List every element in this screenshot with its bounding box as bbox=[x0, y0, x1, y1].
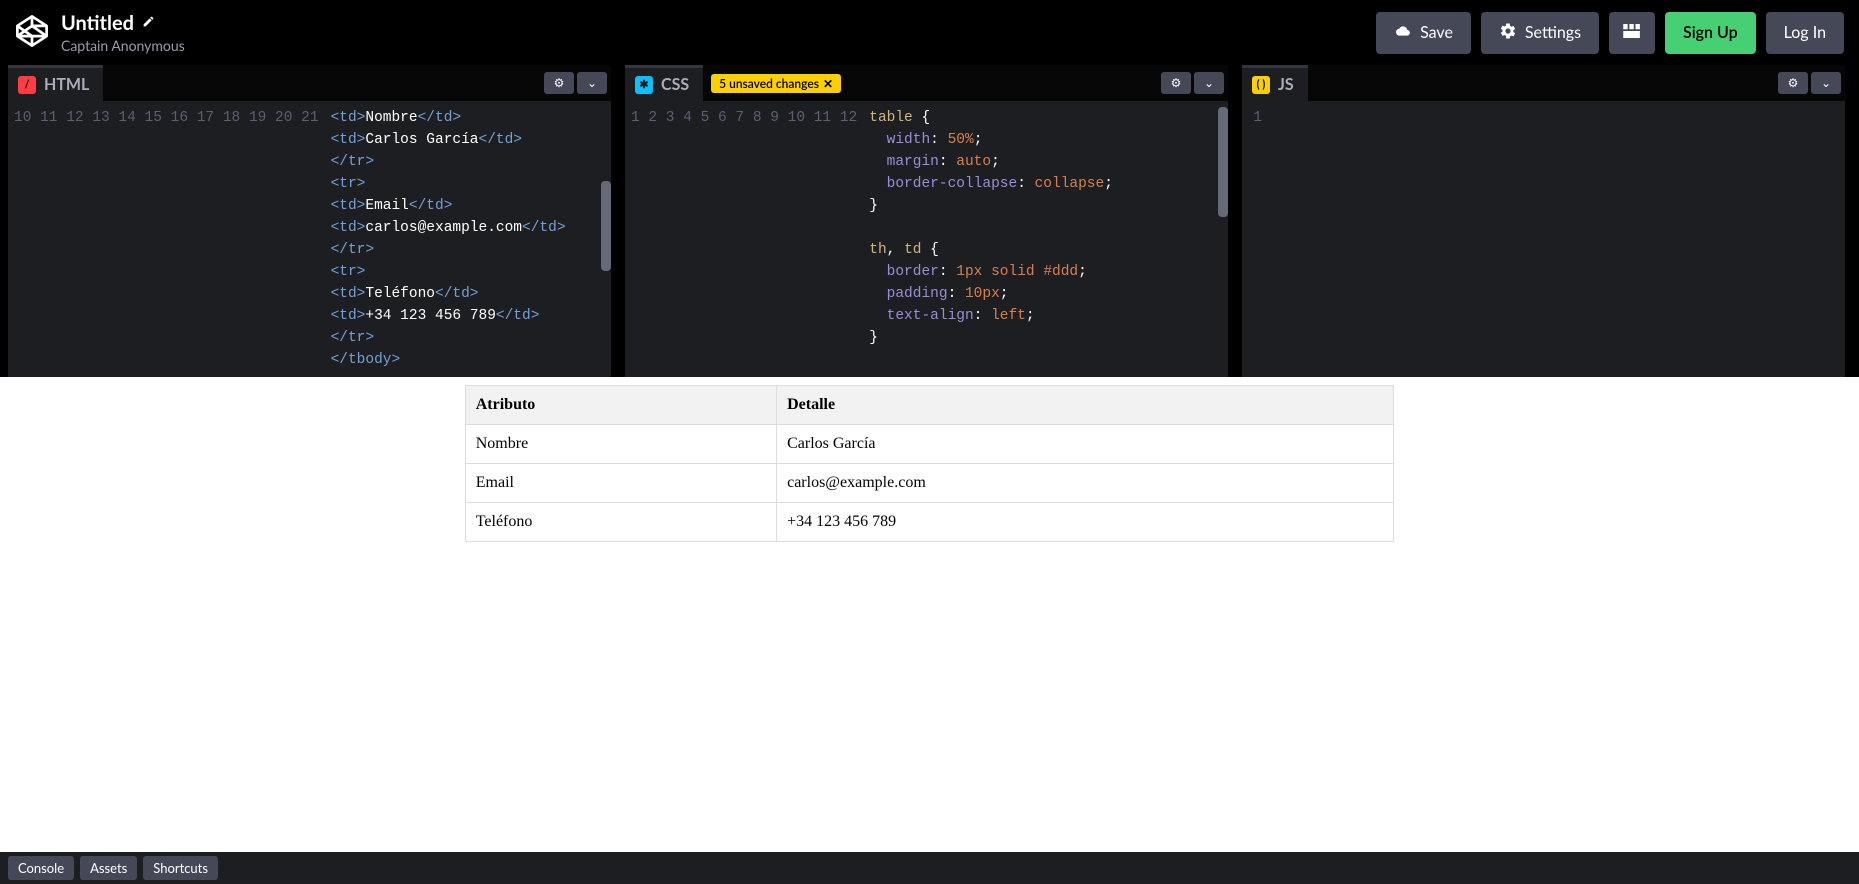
shortcuts-button[interactable]: Shortcuts bbox=[143, 856, 218, 880]
title-group: Untitled Captain Anonymous bbox=[61, 11, 185, 54]
js-settings-button[interactable]: ⚙ bbox=[1778, 72, 1808, 94]
table-header-cell: Atributo bbox=[465, 386, 776, 425]
html-tab[interactable]: / HTML bbox=[8, 65, 103, 101]
html-chevron-button[interactable]: ⌄ bbox=[577, 72, 607, 94]
assets-button[interactable]: Assets bbox=[80, 856, 137, 880]
css-pane-header: ✱ CSS 5 unsaved changes ✕ ⚙ ⌄ bbox=[625, 65, 1228, 101]
chevron-down-icon: ⌄ bbox=[1821, 76, 1831, 90]
edit-icon[interactable] bbox=[142, 15, 155, 31]
html-gutter: 10 11 12 13 14 15 16 17 18 19 20 21 bbox=[8, 101, 327, 377]
gear-icon: ⚙ bbox=[554, 76, 565, 90]
pen-author[interactable]: Captain Anonymous bbox=[61, 37, 185, 54]
layout-button[interactable] bbox=[1609, 12, 1655, 54]
table-cell: +34 123 456 789 bbox=[777, 503, 1394, 542]
table-header-row: AtributoDetalle bbox=[465, 386, 1394, 425]
close-icon[interactable]: ✕ bbox=[823, 76, 833, 91]
js-tab[interactable]: ( ) JS bbox=[1242, 65, 1308, 101]
footer: Console Assets Shortcuts bbox=[0, 852, 1859, 884]
cloud-icon bbox=[1394, 23, 1412, 42]
table-cell: Email bbox=[465, 464, 776, 503]
editor-area: / HTML ⚙ ⌄ 10 11 12 13 14 15 16 17 18 19… bbox=[0, 65, 1859, 377]
table-cell: Nombre bbox=[465, 425, 776, 464]
js-pane-header: ( ) JS ⚙ ⌄ bbox=[1242, 65, 1845, 101]
html-code[interactable]: <td>Nombre</td> <td>Carlos García</td> <… bbox=[327, 101, 566, 377]
html-settings-button[interactable]: ⚙ bbox=[544, 72, 574, 94]
js-gutter: 1 bbox=[1242, 101, 1270, 377]
css-icon: ✱ bbox=[635, 76, 653, 94]
settings-button[interactable]: Settings bbox=[1481, 12, 1599, 54]
unsaved-badge[interactable]: 5 unsaved changes ✕ bbox=[711, 74, 841, 93]
table-row: NombreCarlos García bbox=[465, 425, 1394, 464]
js-chevron-button[interactable]: ⌄ bbox=[1811, 72, 1841, 94]
gear-icon: ⚙ bbox=[1171, 76, 1182, 90]
css-settings-button[interactable]: ⚙ bbox=[1161, 72, 1191, 94]
gear-icon bbox=[1499, 22, 1517, 44]
app-header: Untitled Captain Anonymous Save Settings… bbox=[0, 0, 1859, 65]
gear-icon: ⚙ bbox=[1788, 76, 1799, 90]
css-pane: ✱ CSS 5 unsaved changes ✕ ⚙ ⌄ 1 2 3 4 5 … bbox=[625, 65, 1228, 377]
unsaved-text: 5 unsaved changes bbox=[719, 76, 819, 91]
html-label: HTML bbox=[44, 75, 89, 94]
settings-label: Settings bbox=[1525, 23, 1581, 42]
html-icon: / bbox=[18, 76, 36, 94]
login-label: Log In bbox=[1784, 23, 1826, 42]
js-pane: ( ) JS ⚙ ⌄ 1 bbox=[1242, 65, 1845, 377]
js-editor[interactable]: 1 bbox=[1242, 101, 1845, 377]
js-icon: ( ) bbox=[1252, 76, 1270, 94]
table-row: Teléfono+34 123 456 789 bbox=[465, 503, 1394, 542]
layout-icon bbox=[1623, 23, 1641, 42]
js-label: JS bbox=[1278, 75, 1294, 94]
css-code[interactable]: table { width: 50%; margin: auto; border… bbox=[865, 101, 1113, 377]
chevron-down-icon: ⌄ bbox=[587, 76, 597, 90]
preview-pane: AtributoDetalle NombreCarlos GarcíaEmail… bbox=[0, 377, 1859, 852]
table-cell: Teléfono bbox=[465, 503, 776, 542]
preview-table: AtributoDetalle NombreCarlos GarcíaEmail… bbox=[465, 385, 1395, 542]
table-cell: Carlos García bbox=[777, 425, 1394, 464]
html-scrollbar[interactable] bbox=[601, 181, 611, 271]
html-editor[interactable]: 10 11 12 13 14 15 16 17 18 19 20 21 <td>… bbox=[8, 101, 611, 377]
js-code[interactable] bbox=[1270, 101, 1274, 377]
pen-title[interactable]: Untitled bbox=[61, 11, 185, 35]
css-scrollbar[interactable] bbox=[1218, 107, 1228, 217]
signup-button[interactable]: Sign Up bbox=[1665, 12, 1756, 54]
save-label: Save bbox=[1420, 23, 1453, 42]
css-tab[interactable]: ✱ CSS bbox=[625, 65, 703, 101]
table-row: Emailcarlos@example.com bbox=[465, 464, 1394, 503]
table-header-cell: Detalle bbox=[777, 386, 1394, 425]
save-button[interactable]: Save bbox=[1376, 12, 1471, 54]
css-editor[interactable]: 1 2 3 4 5 6 7 8 9 10 11 12 table { width… bbox=[625, 101, 1228, 377]
html-pane-header: / HTML ⚙ ⌄ bbox=[8, 65, 611, 101]
signup-label: Sign Up bbox=[1683, 23, 1738, 42]
css-chevron-button[interactable]: ⌄ bbox=[1194, 72, 1224, 94]
css-label: CSS bbox=[661, 75, 689, 94]
chevron-down-icon: ⌄ bbox=[1204, 76, 1214, 90]
login-button[interactable]: Log In bbox=[1766, 12, 1844, 54]
table-cell: carlos@example.com bbox=[777, 464, 1394, 503]
css-gutter: 1 2 3 4 5 6 7 8 9 10 11 12 bbox=[625, 101, 865, 377]
html-pane: / HTML ⚙ ⌄ 10 11 12 13 14 15 16 17 18 19… bbox=[8, 65, 611, 377]
header-actions: Save Settings Sign Up Log In bbox=[1376, 12, 1844, 54]
console-button[interactable]: Console bbox=[8, 856, 74, 880]
codepen-logo[interactable] bbox=[15, 14, 49, 52]
pen-title-text: Untitled bbox=[61, 11, 134, 35]
